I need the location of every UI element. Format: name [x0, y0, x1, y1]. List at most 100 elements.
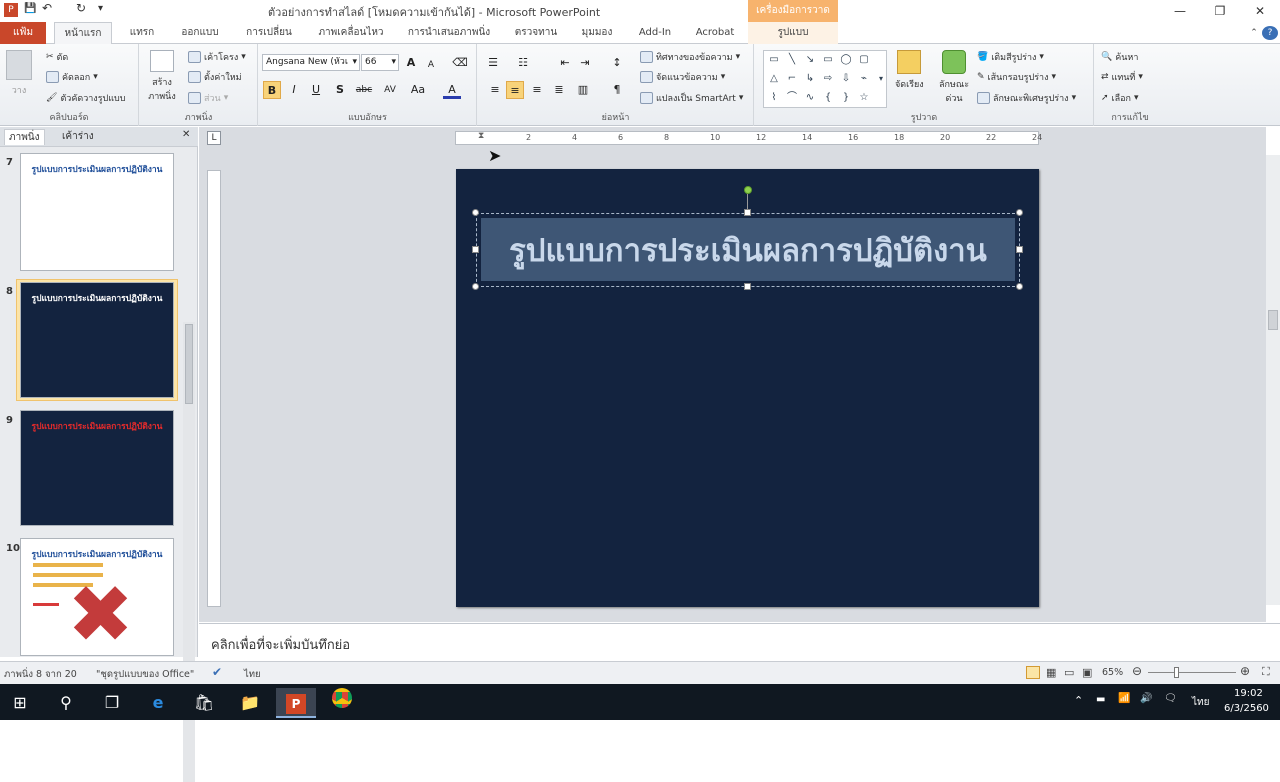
paragraph-direction-icon[interactable]: ¶: [608, 81, 626, 99]
arc-shape-icon[interactable]: ⌒: [785, 91, 799, 104]
character-spacing-button[interactable]: AV: [379, 81, 401, 99]
battery-icon[interactable]: ▬: [1096, 694, 1105, 705]
cut-button[interactable]: ✂ ตัด: [46, 50, 68, 64]
shape-outline-button[interactable]: ✎ เส้นกรอบรูปร่าง ▾: [977, 70, 1056, 84]
font-name-combo[interactable]: Angsana New (หัวเ ▾: [262, 54, 360, 71]
undo-icon[interactable]: ↶: [42, 1, 52, 15]
reset-button[interactable]: ตั้งค่าใหม่: [188, 70, 242, 84]
tab-design[interactable]: ออกแบบ: [170, 22, 230, 44]
tab-insert[interactable]: แทรก: [122, 22, 162, 44]
indent-marker-icon[interactable]: ⧗: [478, 131, 486, 151]
paste-button[interactable]: วาง: [6, 50, 32, 97]
quick-styles-button[interactable]: ลักษณะด่วน: [935, 50, 973, 105]
powerpoint-app-icon[interactable]: P: [4, 3, 18, 17]
slide-thumbnail-selected[interactable]: รูปแบบการประเมินผลการปฏิบัติงาน: [20, 282, 174, 398]
select-button[interactable]: ➚ เลือก ▾: [1101, 91, 1139, 105]
copy-button[interactable]: คัดลอก ▾: [46, 70, 98, 84]
columns-icon[interactable]: ▥: [574, 81, 592, 99]
slide-thumbnail[interactable]: รูปแบบการประเมินผลการปฏิบัติงาน: [20, 153, 174, 271]
tab-format[interactable]: รูปแบบ: [748, 22, 838, 44]
notes-placeholder[interactable]: คลิกเพื่อที่จะเพิ่มบันทึกย่อ: [211, 634, 350, 655]
section-button[interactable]: ส่วน ▾: [188, 91, 228, 105]
clear-formatting-icon[interactable]: ⌫: [451, 54, 469, 72]
pane-scrollbar-thumb[interactable]: [185, 324, 193, 404]
arrange-button[interactable]: จัดเรียง: [895, 50, 924, 91]
zoom-in-icon[interactable]: ⊕: [1240, 664, 1250, 678]
tab-acrobat[interactable]: Acrobat: [688, 22, 742, 44]
resize-handle[interactable]: [472, 209, 479, 216]
italic-button[interactable]: I: [285, 81, 303, 99]
resize-handle[interactable]: [472, 283, 479, 290]
brace-left-shape-icon[interactable]: {: [821, 91, 835, 104]
underline-button[interactable]: U: [307, 81, 325, 99]
tab-view[interactable]: มุมมอง: [572, 22, 622, 44]
tab-transitions[interactable]: การเปลี่ยน: [236, 22, 302, 44]
volume-icon[interactable]: 🔊: [1140, 693, 1152, 704]
align-right-icon[interactable]: ≡: [528, 81, 546, 99]
restore-button[interactable]: ❐: [1200, 0, 1240, 22]
search-icon[interactable]: ⚲: [46, 688, 86, 718]
find-button[interactable]: 🔍 ค้นหา: [1101, 50, 1138, 64]
more-shapes-icon[interactable]: ▾: [874, 72, 888, 85]
tab-home[interactable]: หน้าแรก: [54, 22, 112, 45]
rectangle-shape-icon[interactable]: ▭: [821, 53, 835, 66]
help-icon[interactable]: ?: [1262, 26, 1278, 40]
resize-handle[interactable]: [744, 283, 751, 290]
file-explorer-icon[interactable]: 📁: [230, 688, 270, 718]
grow-font-button[interactable]: A: [402, 54, 420, 72]
decrease-indent-icon[interactable]: ⇤: [556, 54, 574, 72]
store-icon[interactable]: 🛍: [184, 688, 224, 718]
resize-handle[interactable]: [472, 246, 479, 253]
tab-animations[interactable]: ภาพเคลื่อนไหว: [308, 22, 394, 44]
rounded-rect-shape-icon[interactable]: ▢: [857, 53, 871, 66]
reading-view-icon[interactable]: ▭: [1064, 666, 1074, 679]
save-icon[interactable]: 💾: [24, 3, 36, 14]
minimize-ribbon-icon[interactable]: ⌃: [1246, 22, 1262, 44]
shape-fill-button[interactable]: 🪣 เติมสีรูปร่าง ▾: [977, 50, 1044, 64]
zoom-slider-thumb[interactable]: [1174, 667, 1179, 678]
tab-addin[interactable]: Add-In: [630, 22, 680, 44]
layout-button[interactable]: เค้าโครง ▾: [188, 50, 246, 64]
freeform-shape-icon[interactable]: ∿: [803, 91, 817, 104]
close-button[interactable]: ✕: [1240, 0, 1280, 22]
theme-name[interactable]: "ชุดรูปแบบของ Office": [96, 667, 194, 682]
tab-review[interactable]: ตรวจทาน: [506, 22, 566, 44]
task-view-icon[interactable]: ❐: [92, 688, 132, 718]
slideshow-view-icon[interactable]: ▣: [1082, 666, 1092, 679]
tab-stop-selector[interactable]: L: [207, 131, 221, 145]
slide-thumbnail[interactable]: รูปแบบการประเมินผลการปฏิบัติงาน: [20, 410, 174, 526]
down-arrow-shape-icon[interactable]: ⇩: [839, 72, 853, 85]
resize-handle[interactable]: [1016, 246, 1023, 253]
lightning-shape-icon[interactable]: ⌁: [857, 72, 871, 85]
close-pane-icon[interactable]: ✕: [182, 129, 190, 140]
zoom-slider[interactable]: [1148, 672, 1236, 673]
strikethrough-button[interactable]: abc: [353, 81, 375, 99]
align-left-icon[interactable]: ≡: [486, 81, 504, 99]
spelling-check-icon[interactable]: ✔: [212, 665, 222, 679]
increase-indent-icon[interactable]: ⇥: [576, 54, 594, 72]
tab-slideshow[interactable]: การนำเสนอภาพนิ่ง: [400, 22, 498, 44]
bullets-icon[interactable]: ☰: [484, 54, 502, 72]
shapes-gallery[interactable]: ▭ ╲ ↘ ▭ ◯ ▢ △ ⌐ ↳ ⇨ ⇩ ⌁ ⌇ ⌒ ∿ { } ☆ ▾: [763, 50, 887, 108]
notes-pane[interactable]: คลิกเพื่อที่จะเพิ่มบันทึกย่อ: [199, 623, 1280, 659]
windows-start-icon[interactable]: ⊞: [0, 688, 40, 718]
elbow-arrow-shape-icon[interactable]: ↳: [803, 72, 817, 85]
slide-title[interactable]: รูปแบบการประเมินผลการปฏิบัติงาน: [476, 213, 1020, 287]
replace-button[interactable]: ⇄ แทนที่ ▾: [1101, 70, 1143, 84]
shadow-button[interactable]: S: [331, 81, 349, 99]
customize-quick-access-icon[interactable]: ▾: [98, 3, 103, 14]
minimize-button[interactable]: —: [1160, 0, 1200, 22]
rotation-handle[interactable]: [744, 186, 752, 194]
tray-expand-icon[interactable]: ⌃: [1074, 694, 1083, 707]
line-shape-icon[interactable]: ╲: [785, 53, 799, 66]
curve-shape-icon[interactable]: ⌇: [767, 91, 781, 104]
zoom-level[interactable]: 65%: [1102, 667, 1123, 678]
fit-slide-icon[interactable]: ⛶: [1262, 665, 1270, 679]
font-size-combo[interactable]: 66 ▾: [361, 54, 399, 71]
brace-right-shape-icon[interactable]: }: [839, 91, 853, 104]
align-center-icon[interactable]: ≡: [506, 81, 524, 99]
star-shape-icon[interactable]: ☆: [857, 91, 871, 104]
new-slide-button[interactable]: สร้าง ภาพนิ่ง: [144, 50, 180, 103]
oval-shape-icon[interactable]: ◯: [839, 53, 853, 66]
font-color-button[interactable]: A: [443, 81, 461, 99]
